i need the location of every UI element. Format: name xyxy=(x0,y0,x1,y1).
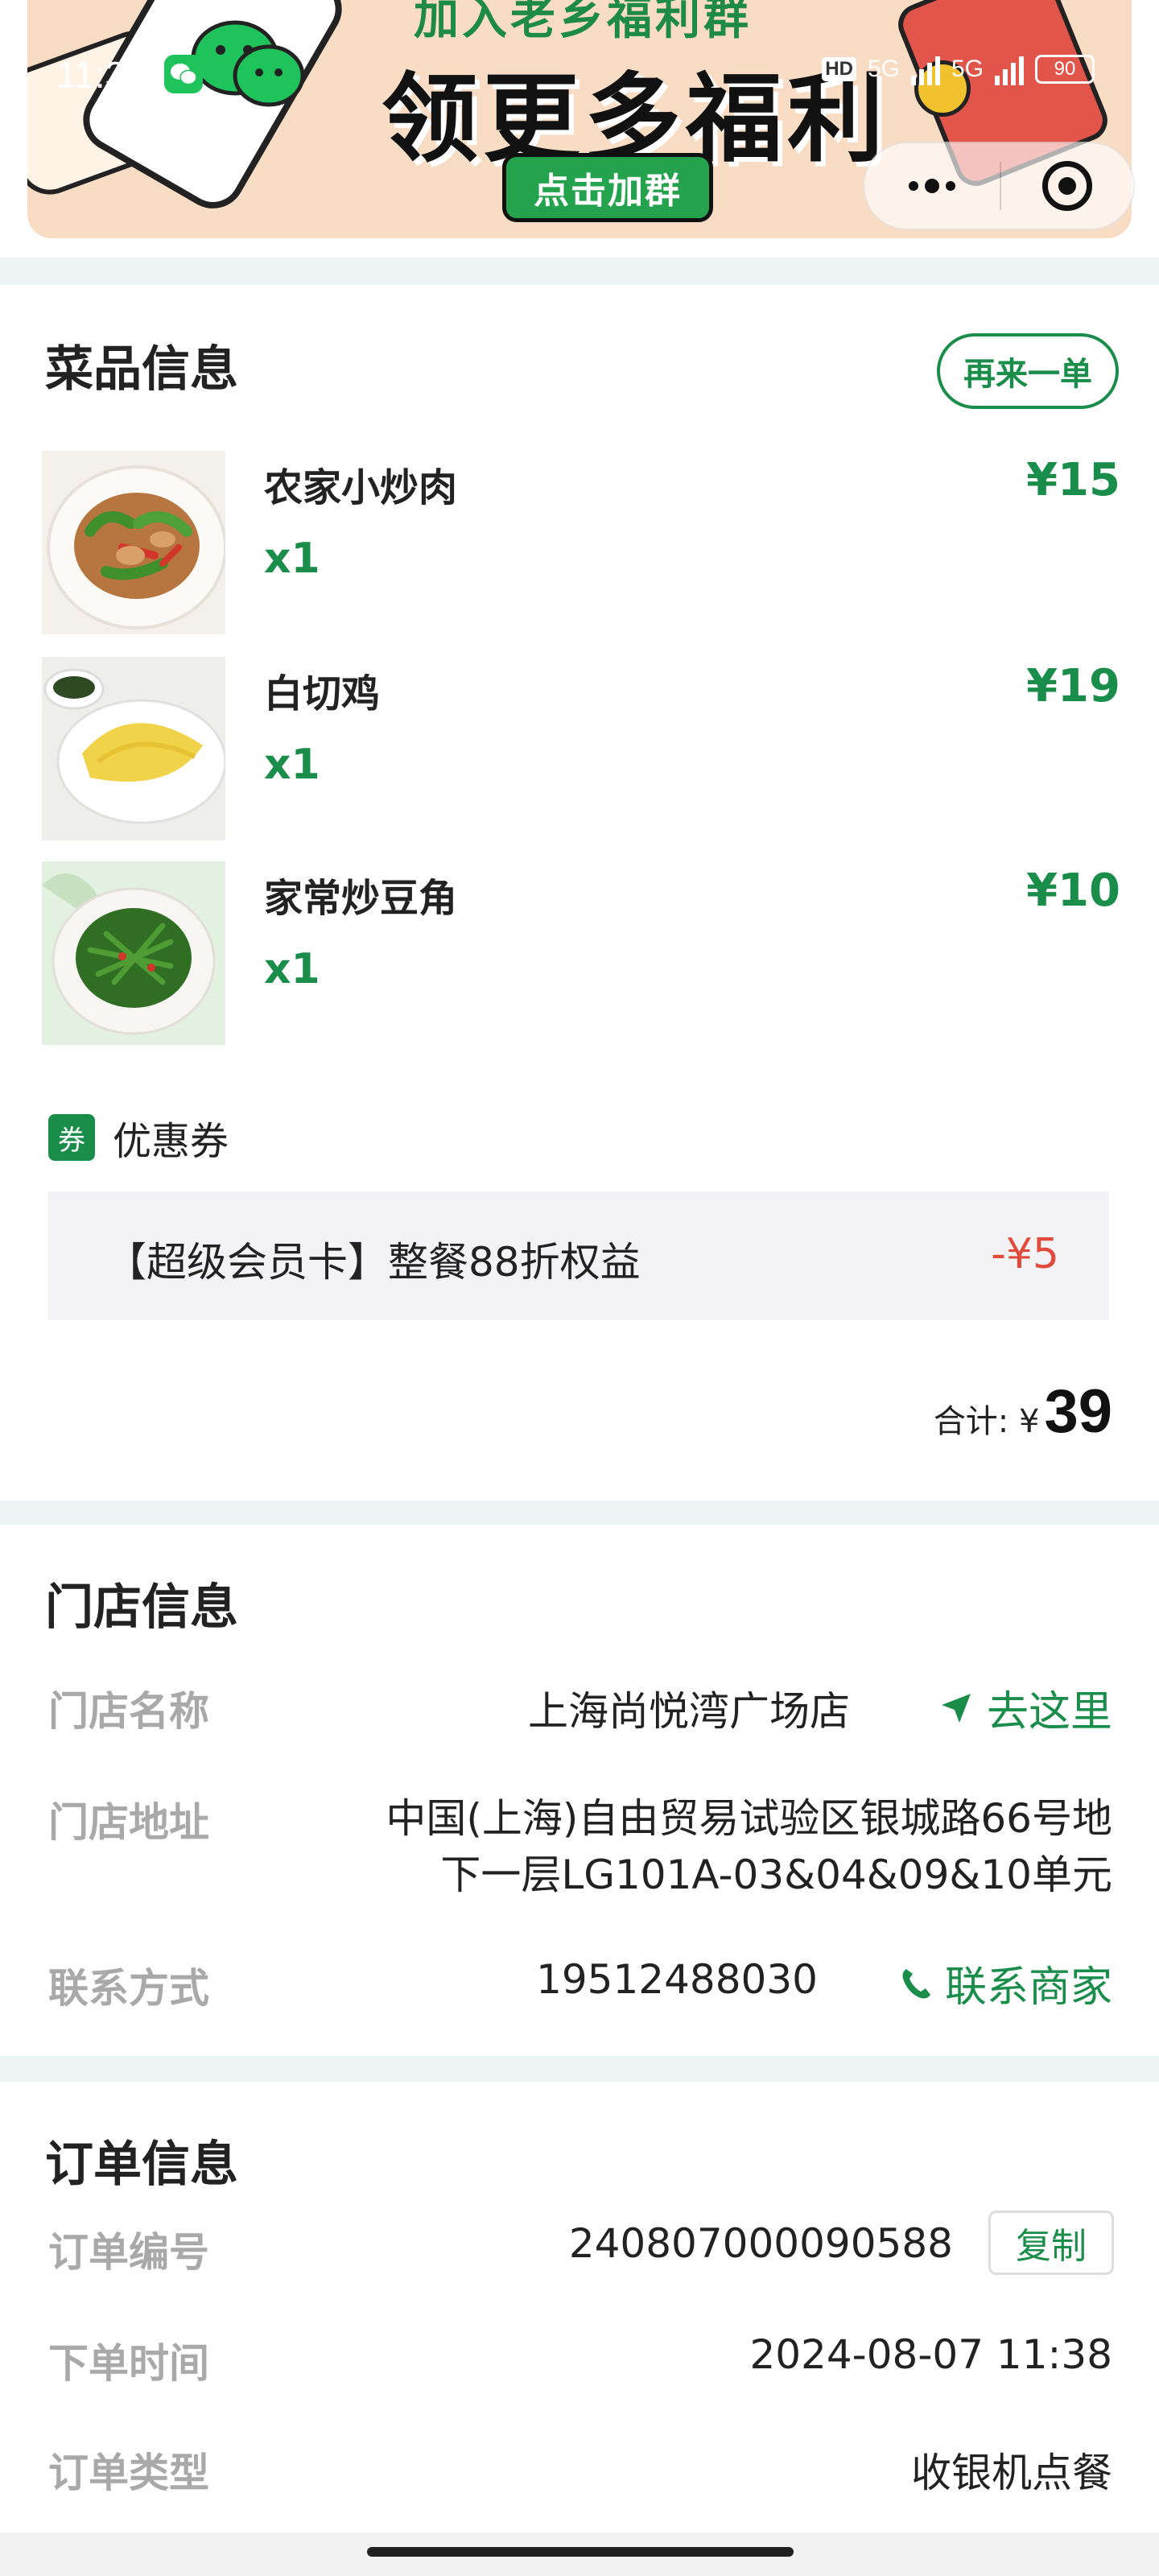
contact-merchant-label: 联系商家 xyxy=(944,1963,1112,2012)
dish-name: 白切鸡 xyxy=(264,671,381,716)
join-group-button[interactable]: 点击加群 xyxy=(502,153,713,222)
store-name-value: 上海尚悦湾广场店 xyxy=(528,1688,850,1735)
total-label: 合计: ¥ xyxy=(933,1403,1040,1440)
dish-image xyxy=(42,861,225,1045)
top-banner-area: 加入老乡福利群 领更多福利 点击加群 11:39 HD 5G 5G 90 xyxy=(0,0,1159,258)
signal-icon xyxy=(910,53,940,85)
battery-icon: 90 xyxy=(1035,55,1095,84)
hd-badge: HD xyxy=(822,57,856,81)
order-time-label: 下单时间 xyxy=(48,2340,209,2387)
order-type-label: 订单类型 xyxy=(48,2450,209,2496)
signal-icon-2 xyxy=(995,53,1024,85)
miniprogram-capsule xyxy=(863,142,1135,230)
wechat-notification-icon xyxy=(164,55,203,93)
address-line-2: 下一层LG101A-03&04&09&10单元 xyxy=(440,1852,1112,1898)
list-item: 农家小炒肉 x1 ¥15 xyxy=(42,451,1120,634)
store-name-label: 门店名称 xyxy=(48,1688,209,1735)
order-time-value: 2024-08-07 11:38 xyxy=(749,2331,1112,2378)
dish-name: 农家小炒肉 xyxy=(264,465,458,510)
store-card: 门店信息 门店名称 上海尚悦湾广场店 去这里 门店地址 中国(上海)自由贸易试验… xyxy=(0,1525,1159,2056)
order-card: 订单信息 订单编号 240807000090588 复制 下单时间 2024-0… xyxy=(0,2082,1159,2576)
home-indicator[interactable] xyxy=(367,2547,794,2557)
wechat-logo-illustration xyxy=(191,20,305,107)
dishes-section-title: 菜品信息 xyxy=(45,341,238,398)
order-number-label: 订单编号 xyxy=(48,2229,209,2276)
navigation-arrow-icon xyxy=(941,1693,971,1723)
target-icon xyxy=(1042,161,1092,211)
contact-label: 联系方式 xyxy=(48,1965,209,2012)
contact-merchant-button[interactable]: 联系商家 xyxy=(900,1953,1112,2013)
coupon-label: 优惠券 xyxy=(113,1119,229,1164)
phone-icon xyxy=(902,1968,930,1998)
coupon-name: 【超级会员卡】整餐88折权益 xyxy=(106,1239,641,1286)
network-type-2: 5G xyxy=(951,56,984,82)
total-value: 39 xyxy=(1044,1377,1112,1446)
dishes-card: 菜品信息 再来一单 农家小炒肉 x1 ¥15 白切鸡 x1 ¥19 家常炒豆角 … xyxy=(0,285,1159,1501)
order-section-title: 订单信息 xyxy=(45,2136,238,2193)
dish-quantity: x1 xyxy=(264,945,320,993)
list-item: 家常炒豆角 x1 ¥10 xyxy=(42,861,1120,1045)
store-address-label: 门店地址 xyxy=(48,1799,209,1846)
reorder-button[interactable]: 再来一单 xyxy=(937,333,1119,409)
order-type-value: 收银机点餐 xyxy=(911,2450,1112,2496)
dish-image xyxy=(42,451,225,634)
order-number-value: 240807000090588 xyxy=(568,2220,953,2267)
dish-price: ¥10 xyxy=(1026,865,1120,917)
dish-image xyxy=(42,657,225,840)
status-indicators: HD 5G 5G 90 xyxy=(822,53,1095,85)
close-miniprogram-button[interactable] xyxy=(1001,143,1133,229)
network-type-1: 5G xyxy=(867,56,900,82)
dish-price: ¥15 xyxy=(1026,454,1120,506)
address-line-1: 中国(上海)自由贸易试验区银城路66号地 xyxy=(386,1795,1112,1842)
store-address-value: 中国(上海)自由贸易试验区银城路66号地 下一层LG101A-03&04&09&… xyxy=(386,1790,1112,1903)
more-menu-button[interactable] xyxy=(864,143,1000,229)
status-time: 11:39 xyxy=(56,54,146,96)
dish-price: ¥19 xyxy=(1026,660,1120,712)
contact-phone: 19512488030 xyxy=(536,1956,818,2003)
coupon-tag-icon: 券 xyxy=(48,1114,95,1161)
dish-quantity: x1 xyxy=(264,535,320,583)
copy-button[interactable]: 复制 xyxy=(988,2211,1114,2275)
coupon-discount: -¥5 xyxy=(991,1230,1059,1278)
order-total: 合计: ¥ 39 xyxy=(934,1377,1112,1447)
navigate-button[interactable]: 去这里 xyxy=(938,1678,1112,1738)
coupon-item: 【超级会员卡】整餐88折权益 -¥5 xyxy=(48,1191,1109,1320)
dish-name: 家常炒豆角 xyxy=(264,876,458,921)
navigate-label: 去这里 xyxy=(986,1688,1112,1736)
list-item: 白切鸡 x1 ¥19 xyxy=(42,657,1120,840)
dish-quantity: x1 xyxy=(264,741,320,789)
coupon-label-row: 券 优惠券 xyxy=(48,1109,229,1166)
store-section-title: 门店信息 xyxy=(45,1579,238,1636)
